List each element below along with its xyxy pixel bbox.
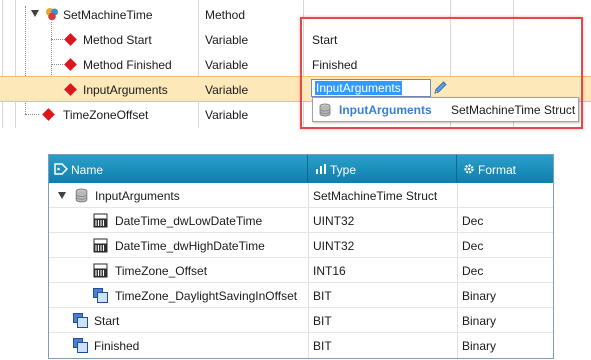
database-icon [75,188,88,203]
member-format: Dec [462,239,484,253]
tree-row-type: Variable [205,58,249,72]
variable-icon [64,33,77,46]
column-header-type[interactable]: Type [308,155,457,183]
tree-row-name: InputArguments [83,83,168,97]
tree-row-type: Method [205,8,246,22]
tree-row-name: TimeZoneOffset [63,108,149,122]
column-header-label: Format [478,163,517,177]
member-format: Binary [462,314,497,328]
member-format: Dec [462,214,484,228]
bit-icon [73,338,88,353]
member-name: DateTime_dwHighDateTime [115,239,265,253]
member-type: SetMachineTime Struct [313,189,438,203]
member-name: DateTime_dwLowDateTime [115,214,263,228]
tree-row-setmachinetime[interactable]: SetMachineTime Method [0,2,591,27]
variable-icon [64,83,77,96]
member-format: Binary [462,339,497,353]
tree-row-type: Variable [205,33,249,47]
table-row[interactable]: Finished BIT Binary [49,333,553,358]
variable-icon [64,58,77,71]
member-type: BIT [313,289,332,303]
tree-row-name: Method Start [83,33,152,47]
bit-icon [73,313,88,328]
value-edit-input[interactable]: InputArguments [311,79,431,97]
tree-row-value[interactable]: Finished [312,58,357,72]
member-format: Binary [462,289,497,303]
edit-selected-text: InputArguments [315,81,402,95]
tree-row-value[interactable]: Start [312,33,337,47]
pencil-icon[interactable] [432,80,448,96]
member-type: BIT [313,339,332,353]
member-type: INT16 [313,264,346,278]
member-name: InputArguments [95,189,180,203]
suggestion-type: SetMachineTime Struct [451,103,576,117]
numeric-icon [93,238,108,253]
tree-row-type: Variable [205,108,249,122]
table-row[interactable]: TimeZone_Offset INT16 Dec [49,258,553,283]
member-name: TimeZone_DaylightSavingInOffset [115,289,298,303]
collapse-arrow-icon[interactable] [31,10,39,17]
tree-row-method-finished[interactable]: Method Finished Variable Finished [0,52,591,77]
member-name: TimeZone_Offset [115,264,208,278]
column-header-label: Name [71,163,104,177]
member-type: UINT32 [313,214,355,228]
tree-row-type: Variable [205,83,249,97]
tree-row-name: SetMachineTime [63,8,153,22]
gear-icon [464,164,474,174]
member-name: Start [94,314,120,328]
bit-icon [93,288,108,303]
variable-icon [42,108,55,121]
tree-row-name: Method Finished [83,58,172,72]
member-name: Finished [94,339,140,353]
tag-icon [54,163,68,175]
column-header-format[interactable]: Format [457,155,553,183]
table-row[interactable]: DateTime_dwHighDateTime UINT32 Dec [49,233,553,258]
collapse-arrow-icon[interactable] [58,192,66,199]
table-row[interactable]: DateTime_dwLowDateTime UINT32 Dec [49,208,553,233]
table-row[interactable]: Start BIT Binary [49,308,553,333]
column-header-name[interactable]: Name [49,155,308,183]
suggestion-dropdown[interactable]: InputArguments SetMachineTime Struct [312,97,579,122]
tree-row-method-start[interactable]: Method Start Variable Start [0,27,591,52]
table-row[interactable]: InputArguments SetMachineTime Struct [49,183,553,208]
member-format: Dec [462,264,484,278]
struct-member-table: Name Type Format InputArguments SetMachi… [48,154,554,359]
member-type: BIT [313,314,332,328]
numeric-icon [93,213,108,228]
column-header-label: Type [330,163,357,177]
bars-icon [316,164,326,174]
tree-grid: SetMachineTime Method Method Start Varia… [0,0,591,129]
suggestion-name[interactable]: InputArguments [339,103,432,117]
method-icon [46,8,58,21]
member-type: UINT32 [313,239,355,253]
database-icon [319,103,331,117]
table-row[interactable]: TimeZone_DaylightSavingInOffset BIT Bina… [49,283,553,308]
numeric-icon [93,263,108,278]
